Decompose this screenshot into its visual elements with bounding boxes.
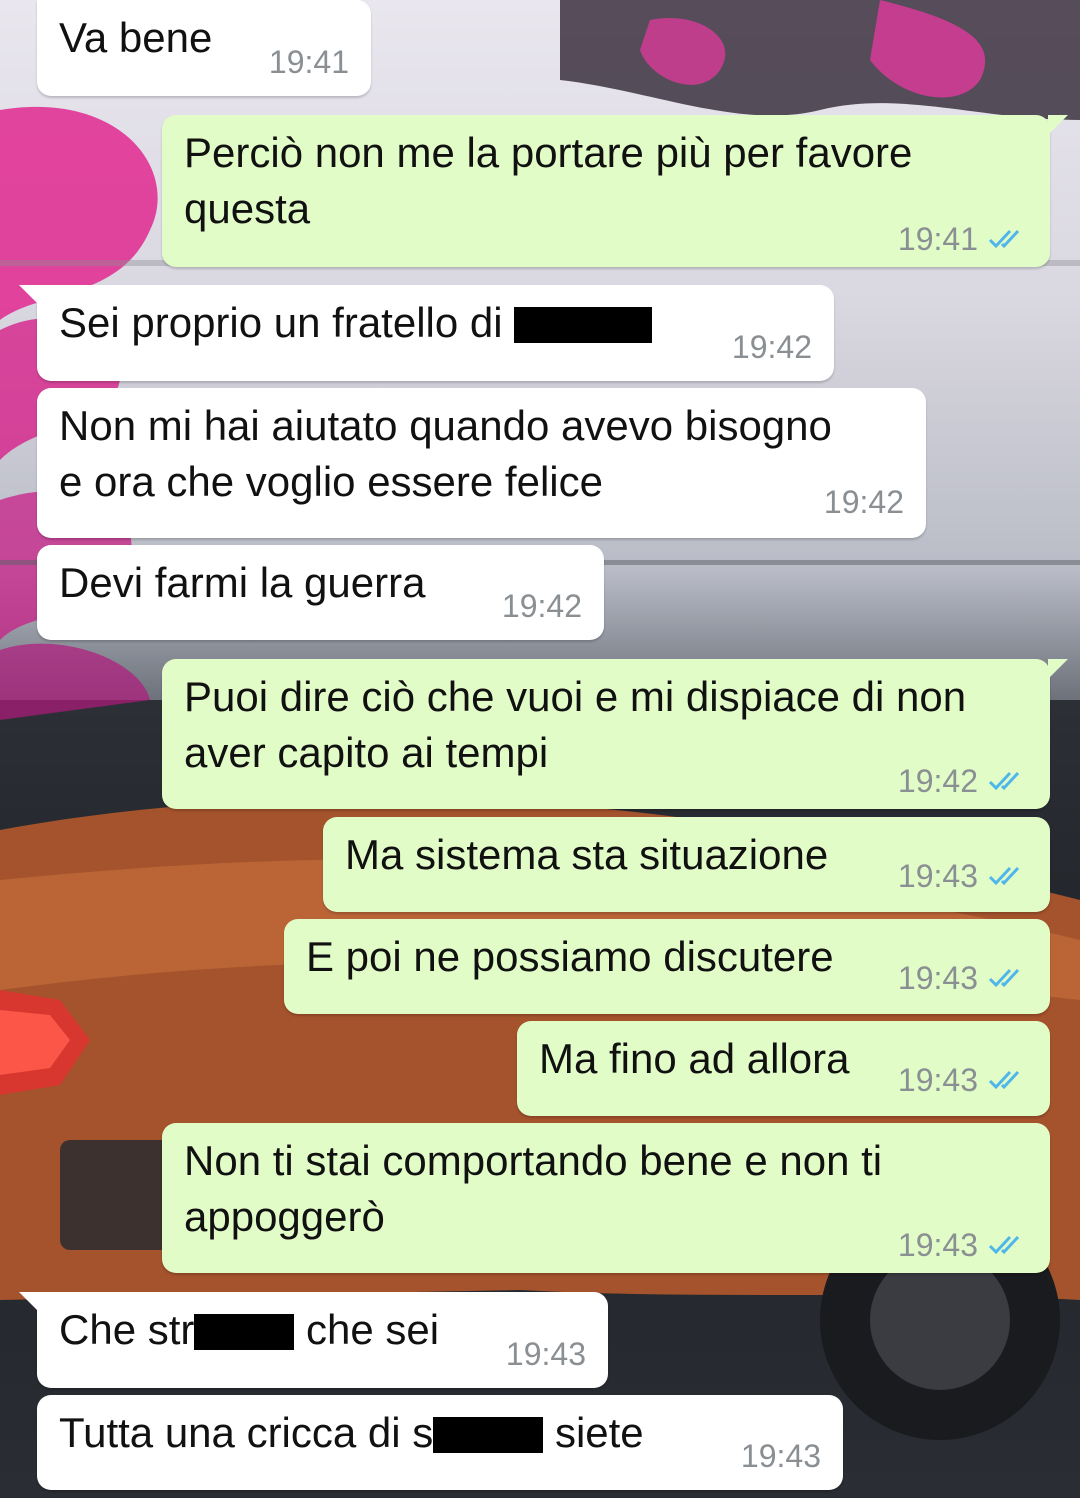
message-text: Non mi hai aiutato quando avevo bisogno … xyxy=(59,402,832,505)
message-meta: 19:42 xyxy=(732,329,812,365)
message-text: E poi ne possiamo discutere xyxy=(306,933,834,980)
message-outgoing[interactable]: Puoi dire ciò che vuoi e mi dispiace di … xyxy=(162,659,1068,809)
message-text: Va bene xyxy=(59,14,213,61)
message-meta: 19:42 xyxy=(502,588,582,624)
message-outgoing[interactable]: E poi ne possiamo discutere 19:43 xyxy=(284,919,1050,1014)
message-incoming[interactable]: Che str che sei 19:43 xyxy=(19,1292,608,1388)
message-text: Ma sistema sta situazione xyxy=(345,831,829,878)
message-text: Non ti stai comportando bene e non ti ap… xyxy=(184,1137,883,1240)
message-meta: 19:43 xyxy=(898,1227,1028,1263)
message-time: 19:43 xyxy=(897,1227,978,1263)
message-time: 19:43 xyxy=(740,1438,821,1474)
double-check-icon xyxy=(988,866,1020,886)
double-check-icon xyxy=(988,229,1020,249)
double-check-icon xyxy=(988,771,1020,791)
message-outgoing[interactable]: Ma sistema sta situazione 19:43 xyxy=(323,817,1050,912)
redaction-bar xyxy=(194,1314,295,1350)
message-outgoing[interactable]: Ma fino ad allora 19:43 xyxy=(517,1021,1050,1116)
message-time: 19:43 xyxy=(897,960,978,996)
message-text: Perciò non me la portare più per favore … xyxy=(184,129,913,232)
message-meta: 19:43 xyxy=(898,1062,1028,1098)
message-time: 19:43 xyxy=(897,1062,978,1098)
message-text: Puoi dire ciò che vuoi e mi dispiace di … xyxy=(184,673,967,776)
message-text: Che str xyxy=(59,1306,195,1353)
message-time: 19:42 xyxy=(823,484,904,520)
redaction-bar xyxy=(514,307,653,343)
message-incoming[interactable]: Va bene 19:41 xyxy=(37,0,371,96)
message-meta: 19:41 xyxy=(269,44,349,80)
message-time: 19:42 xyxy=(897,763,978,799)
message-outgoing[interactable]: Perciò non me la portare più per favore … xyxy=(162,115,1068,267)
message-time: 19:42 xyxy=(501,588,582,624)
message-text: siete xyxy=(543,1409,644,1456)
message-time: 19:43 xyxy=(505,1336,586,1372)
redaction-bar xyxy=(433,1417,544,1453)
message-meta: 19:43 xyxy=(506,1336,586,1372)
message-text: che sei xyxy=(294,1306,440,1353)
message-incoming[interactable]: Non mi hai aiutato quando avevo bisogno … xyxy=(37,388,926,538)
message-time: 19:42 xyxy=(731,329,812,365)
message-incoming[interactable]: Devi farmi la guerra 19:42 xyxy=(37,545,604,640)
message-incoming[interactable]: Sei proprio un fratello di 19:42 xyxy=(19,285,834,381)
message-time: 19:41 xyxy=(897,221,978,257)
message-meta: 19:42 xyxy=(898,763,1028,799)
message-meta: 19:42 xyxy=(824,484,904,520)
message-time: 19:41 xyxy=(268,44,349,80)
message-meta: 19:41 xyxy=(898,221,1028,257)
message-text: Tutta una cricca di s xyxy=(59,1409,434,1456)
message-text: Sei proprio un fratello di xyxy=(59,299,515,346)
message-outgoing[interactable]: Non ti stai comportando bene e non ti ap… xyxy=(162,1123,1050,1273)
message-incoming[interactable]: Tutta una cricca di s siete 19:43 xyxy=(37,1395,843,1490)
message-text: Ma fino ad allora xyxy=(539,1035,850,1082)
message-time: 19:43 xyxy=(897,858,978,894)
message-meta: 19:43 xyxy=(898,960,1028,996)
message-meta: 19:43 xyxy=(898,858,1028,894)
message-text: Devi farmi la guerra xyxy=(59,559,426,606)
double-check-icon xyxy=(988,1070,1020,1090)
double-check-icon xyxy=(988,968,1020,988)
double-check-icon xyxy=(988,1235,1020,1255)
message-meta: 19:43 xyxy=(741,1438,821,1474)
